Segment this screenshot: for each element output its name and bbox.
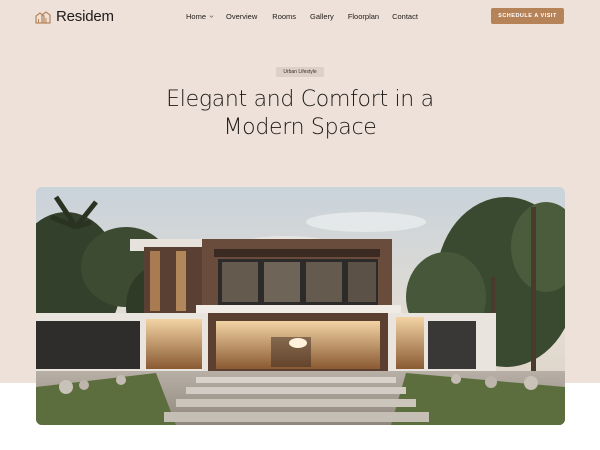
- category-tag: Urban Lifestyle: [276, 67, 324, 77]
- nav-item-gallery[interactable]: Gallery: [310, 12, 334, 21]
- modern-house-photo: [36, 187, 565, 425]
- nav-item-label: Contact: [392, 12, 418, 21]
- nav-item-label: Floorplan: [347, 12, 380, 21]
- site-header: Residem Home Overview Rooms Gallery Floo…: [0, 0, 600, 34]
- house-outline-icon: [35, 10, 51, 24]
- nav-item-label: Home: [186, 12, 207, 21]
- nav-item-floorplan[interactable]: Floorplan: [348, 12, 379, 21]
- nav-item-label: Rooms: [272, 12, 297, 21]
- hero-title: Elegant and Comfort in a Modern Space: [100, 86, 500, 142]
- nav-item-overview[interactable]: Overview: [226, 12, 257, 21]
- nav-item-home[interactable]: Home: [186, 12, 214, 21]
- nav-item-label: Overview: [226, 12, 258, 21]
- chevron-down-icon: [209, 15, 214, 18]
- hero-title-line-1: Elegant and Comfort in a: [166, 87, 434, 112]
- schedule-visit-button[interactable]: SCHEDULE A VISIT: [491, 8, 564, 24]
- nav-item-contact[interactable]: Contact: [392, 12, 418, 21]
- main-nav: Home Overview Rooms Gallery Floorplan Co…: [186, 12, 418, 21]
- nav-item-rooms[interactable]: Rooms: [272, 12, 296, 21]
- brand-logo[interactable]: Residem: [35, 8, 114, 25]
- brand-name: Residem: [56, 8, 114, 25]
- nav-item-label: Gallery: [310, 12, 334, 21]
- hero-title-line-2: Modern Space: [223, 115, 377, 140]
